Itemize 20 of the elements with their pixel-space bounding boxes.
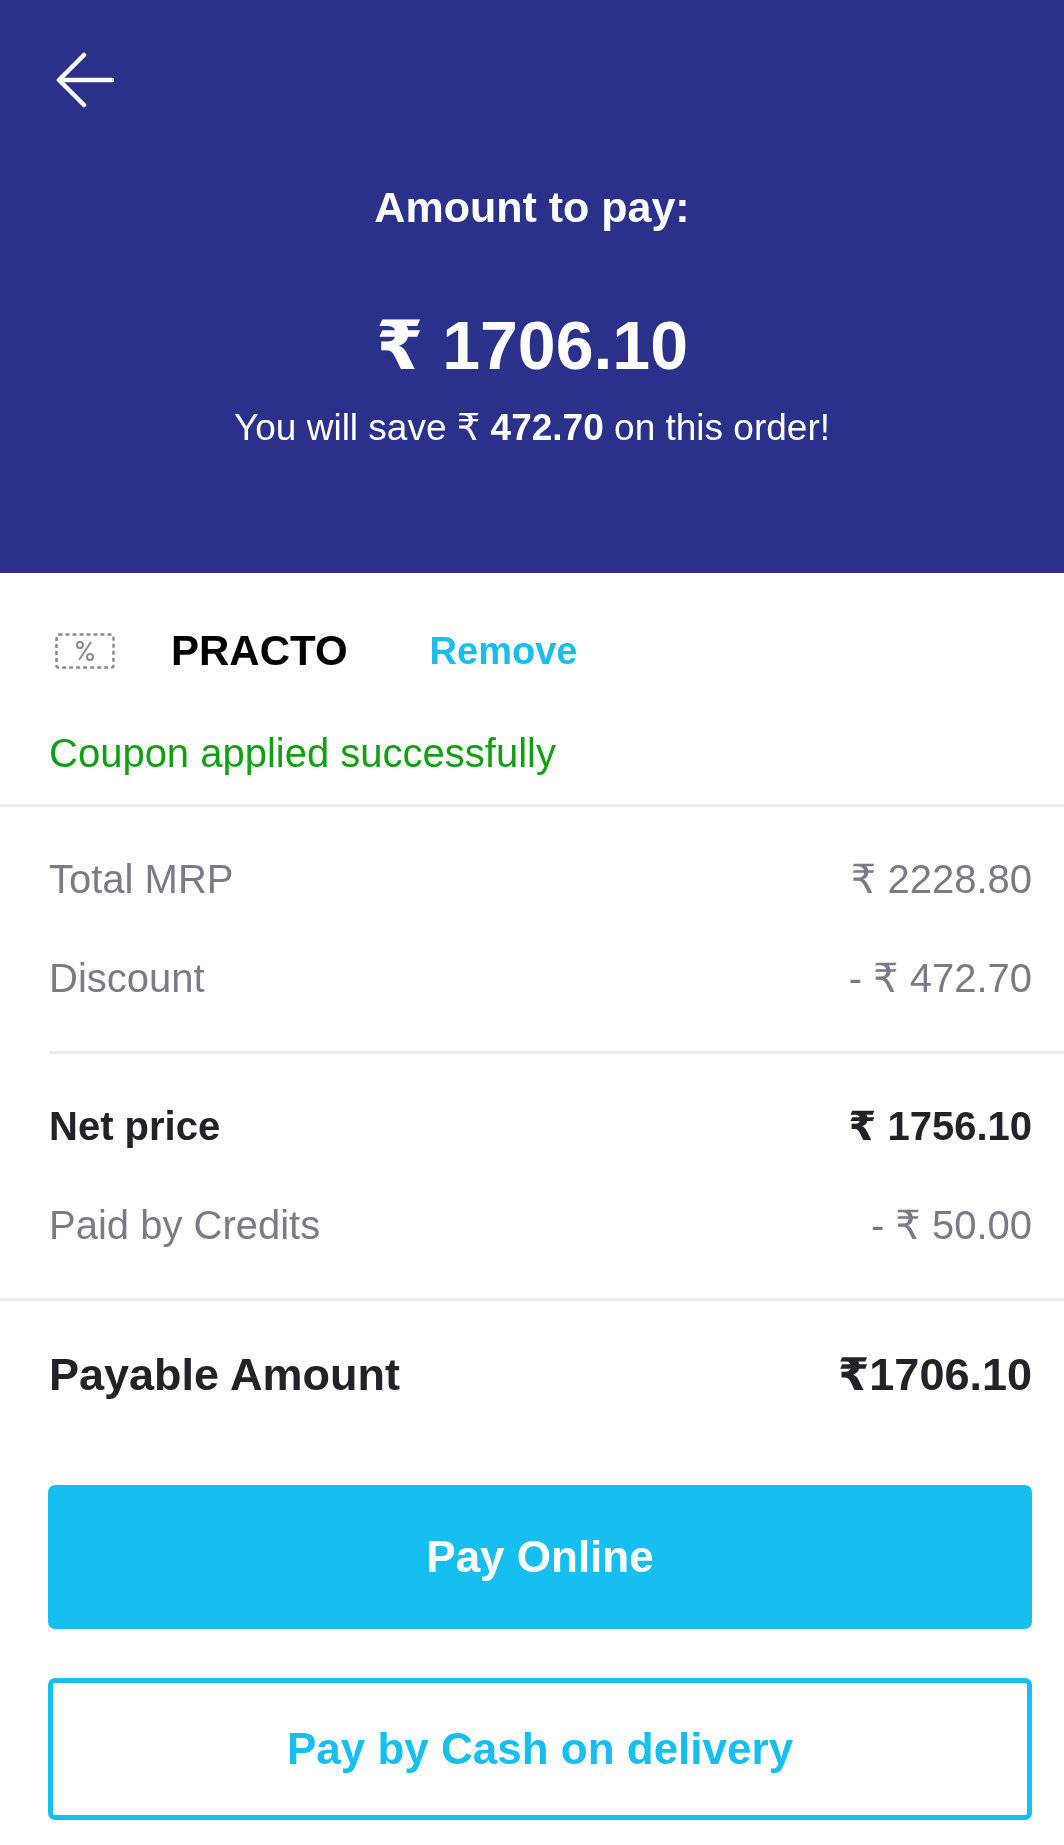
price-value: - ₹ 50.00: [870, 1201, 1032, 1248]
price-value: ₹ 1756.10: [848, 1102, 1032, 1149]
coupon-status-message: Coupon applied successfully: [49, 730, 557, 776]
price-label: Net price: [49, 1102, 221, 1149]
coupon-code: PRACTO: [171, 626, 348, 676]
amount-value: ₹ 1706.10: [376, 306, 688, 385]
pay-online-button[interactable]: Pay Online: [48, 1485, 1032, 1629]
amount-title: Amount to pay:: [374, 183, 690, 231]
price-label: Discount: [49, 954, 205, 1001]
back-arrow-icon[interactable]: [56, 52, 114, 108]
payable-value: ₹1706.10: [838, 1348, 1032, 1402]
cash-on-delivery-button[interactable]: Pay by Cash on delivery: [48, 1678, 1032, 1820]
percent-tag-icon: [55, 633, 115, 669]
price-value: - ₹ 472.70: [848, 954, 1032, 1001]
price-label: Total MRP: [49, 855, 234, 902]
remove-coupon-link[interactable]: Remove: [429, 628, 578, 674]
price-value: ₹ 2228.80: [850, 855, 1032, 902]
price-label: Paid by Credits: [49, 1201, 321, 1248]
payable-label: Payable Amount: [49, 1348, 400, 1402]
savings-note: You will save ₹ 472.70 on this order!: [233, 406, 830, 450]
